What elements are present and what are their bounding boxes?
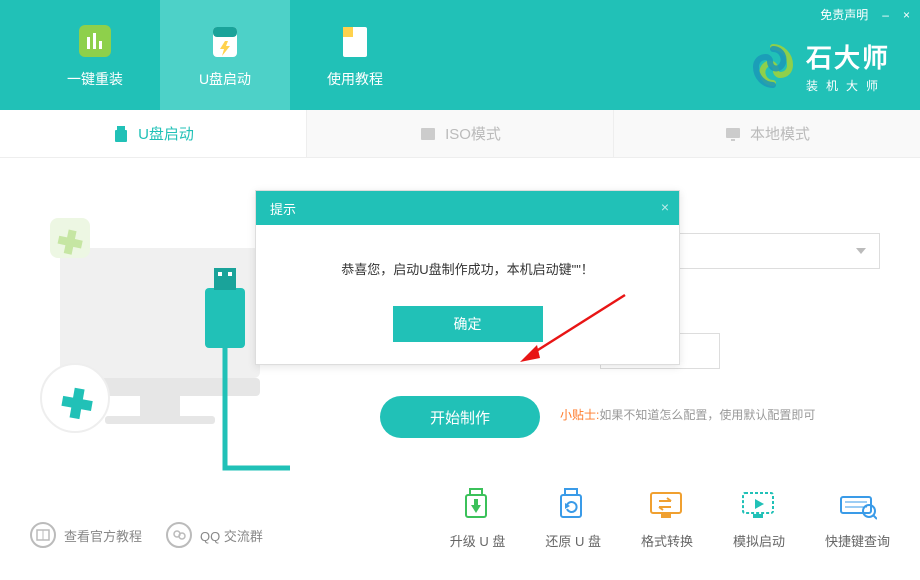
restore-usb-icon [553, 487, 593, 523]
nav-label: 一键重装 [67, 69, 123, 89]
iso-icon [419, 125, 437, 143]
action-row: 升级 U 盘 还原 U 盘 格式转换 模拟启动 快捷键查询 [450, 487, 890, 550]
mode-label: 本地模式 [750, 123, 810, 144]
nav-label: U盘启动 [199, 69, 251, 89]
action-label: 还原 U 盘 [545, 531, 601, 550]
minimize-button[interactable]: – [882, 8, 889, 22]
action-label: 格式转换 [641, 531, 693, 550]
config-dropdown[interactable] [650, 233, 880, 269]
action-convert-format[interactable]: 格式转换 [641, 487, 693, 550]
usb-icon [112, 125, 130, 143]
mode-label: U盘启动 [138, 123, 194, 144]
tip-text: 小贴士:如果不知道怎么配置，使用默认配置即可 [560, 406, 815, 423]
brand-title: 石大师 [806, 38, 890, 75]
usb-illustration [30, 188, 290, 488]
qq-icon [166, 522, 192, 548]
action-label: 快捷键查询 [825, 531, 890, 550]
mode-label: ISO模式 [445, 123, 501, 144]
convert-icon [647, 487, 687, 523]
action-restore-usb[interactable]: 还原 U 盘 [545, 487, 601, 550]
window-controls: 免责声明 – × [820, 6, 910, 23]
action-label: 升级 U 盘 [450, 531, 506, 550]
upgrade-usb-icon [458, 487, 498, 523]
action-label: 模拟启动 [733, 531, 785, 550]
view-tutorial-button[interactable]: 查看官方教程 [30, 522, 142, 548]
nav-tab-reinstall[interactable]: 一键重装 [30, 0, 160, 110]
mode-tabs: U盘启动 ISO模式 本地模式 [0, 110, 920, 158]
start-make-button[interactable]: 开始制作 [380, 396, 540, 438]
close-button[interactable]: × [903, 8, 910, 22]
footer-links: 查看官方教程 QQ 交流群 [30, 522, 263, 548]
nav-label: 使用教程 [327, 69, 383, 89]
brand-logo-icon [750, 43, 796, 89]
brand: 石大师 装机大师 [750, 38, 890, 94]
usb-boot-icon [205, 21, 245, 61]
app-header: 免责声明 – × 一键重装 U盘启动 使用教程 石大师 装机大师 [0, 0, 920, 110]
reinstall-icon [75, 21, 115, 61]
success-dialog: 提示 × 恭喜您，启动U盘制作成功，本机启动键""！ 确定 [255, 190, 680, 365]
dialog-header: 提示 × [256, 191, 679, 225]
simulate-icon [739, 487, 779, 523]
tip-body: 如果不知道怎么配置，使用默认配置即可 [599, 408, 815, 422]
book-icon [30, 522, 56, 548]
footer-label: 查看官方教程 [64, 526, 142, 545]
dialog-ok-button[interactable]: 确定 [393, 306, 543, 342]
dialog-close-button[interactable]: × [661, 199, 669, 215]
action-upgrade-usb[interactable]: 升级 U 盘 [450, 487, 506, 550]
chevron-down-icon [855, 245, 867, 257]
hotkey-icon [837, 487, 877, 523]
dialog-message: 恭喜您，启动U盘制作成功，本机启动键""！ [256, 225, 679, 306]
monitor-icon [724, 125, 742, 143]
dialog-title: 提示 [270, 199, 296, 218]
action-simulate-boot[interactable]: 模拟启动 [733, 487, 785, 550]
mode-tab-local[interactable]: 本地模式 [613, 110, 920, 157]
brand-subtitle: 装机大师 [806, 77, 890, 94]
nav-tabs: 一键重装 U盘启动 使用教程 [0, 0, 420, 110]
mode-tab-usb[interactable]: U盘启动 [0, 110, 306, 157]
mode-tab-iso[interactable]: ISO模式 [306, 110, 613, 157]
qq-group-button[interactable]: QQ 交流群 [166, 522, 263, 548]
footer-label: QQ 交流群 [200, 526, 263, 545]
action-hotkey-lookup[interactable]: 快捷键查询 [825, 487, 890, 550]
tip-label: 小贴士: [560, 408, 599, 422]
tutorial-icon [335, 21, 375, 61]
disclaimer-link[interactable]: 免责声明 [820, 6, 868, 23]
nav-tab-tutorial[interactable]: 使用教程 [290, 0, 420, 110]
nav-tab-usb-boot[interactable]: U盘启动 [160, 0, 290, 110]
